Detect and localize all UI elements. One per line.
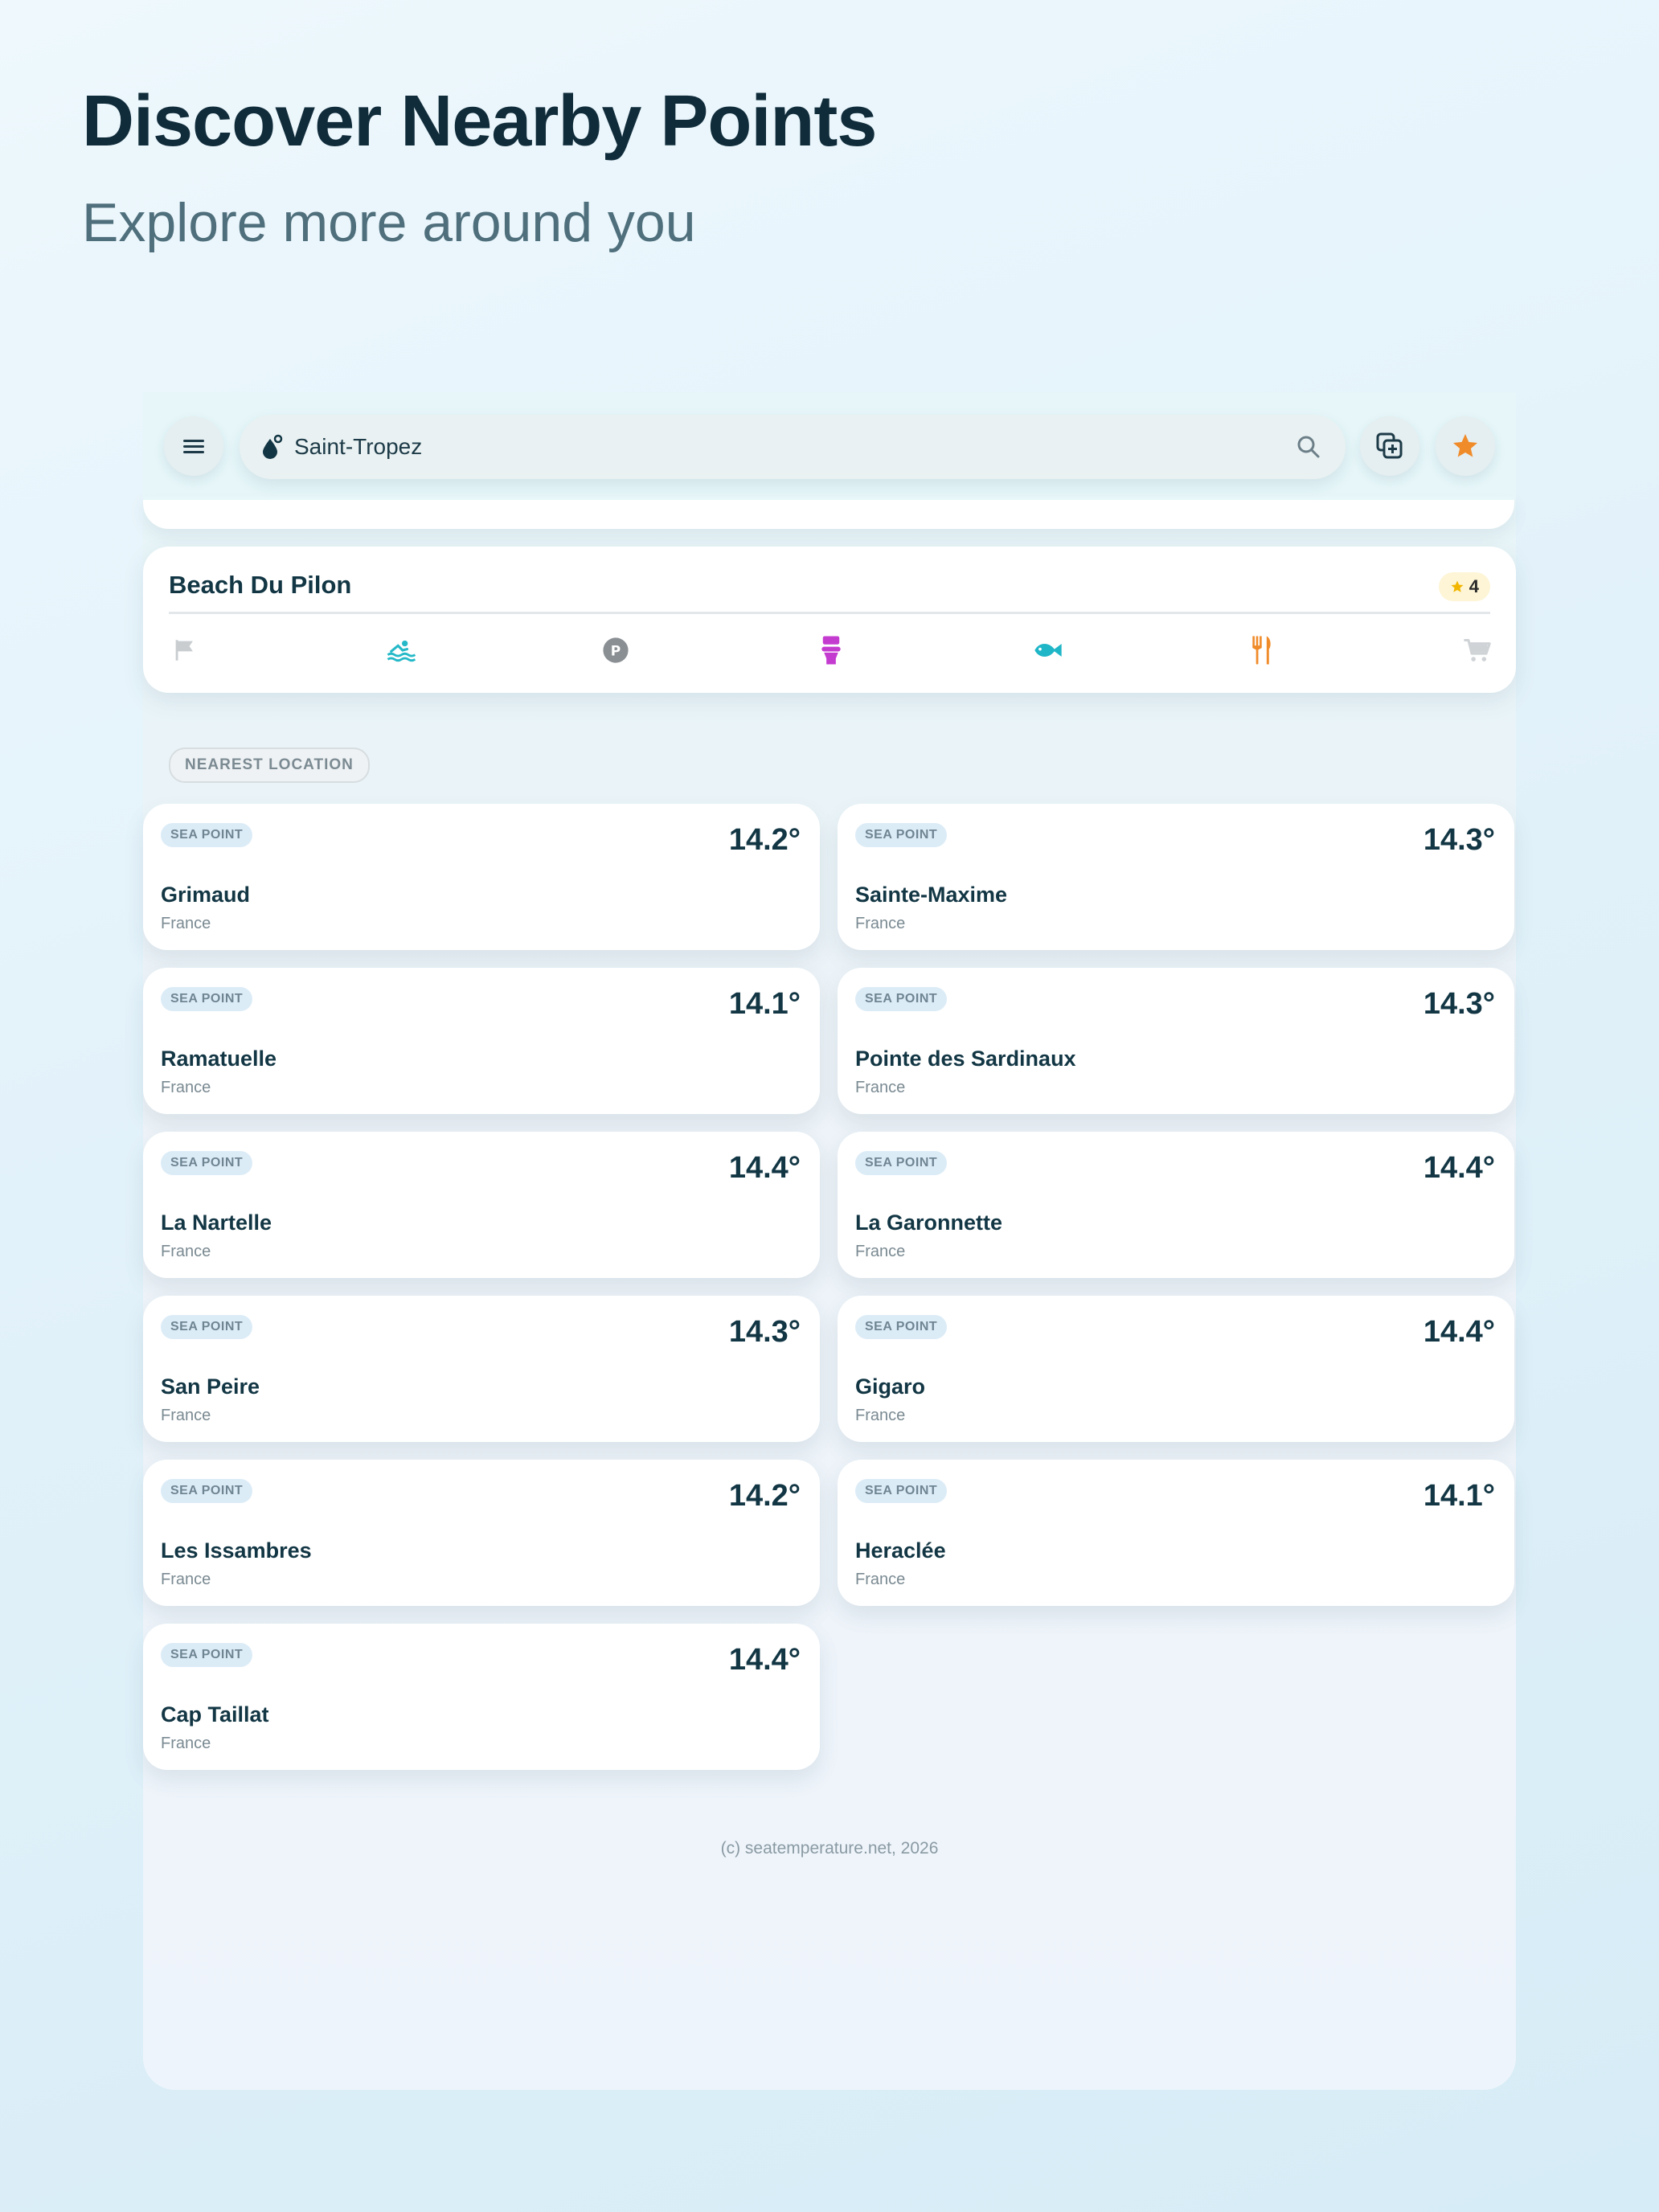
cart-icon	[1461, 634, 1493, 666]
water-temperature: 14.4°	[1423, 1315, 1495, 1349]
beach-card[interactable]: Beach Du Pilon 4 P	[143, 547, 1516, 693]
drop-icon	[263, 434, 283, 459]
location-name: Heraclée	[855, 1538, 946, 1563]
location-card[interactable]: SEA POINT 14.4° Gigaro France	[838, 1296, 1514, 1442]
location-country: France	[161, 1407, 211, 1424]
sea-point-badge: SEA POINT	[161, 1479, 253, 1503]
sea-point-badge: SEA POINT	[855, 1479, 948, 1503]
swim-icon	[384, 634, 416, 666]
previous-beach-card[interactable]	[143, 497, 1514, 529]
water-temperature: 14.3°	[1423, 987, 1495, 1021]
svg-text:P: P	[611, 643, 621, 659]
rating-badge: 4	[1438, 572, 1490, 601]
location-name: La Garonnette	[855, 1210, 1003, 1235]
location-card[interactable]: SEA POINT 14.2° Grimaud France	[143, 804, 820, 950]
sea-point-badge: SEA POINT	[161, 823, 253, 847]
top-bar: Saint-Tropez	[143, 392, 1516, 500]
water-temperature: 14.3°	[728, 1315, 801, 1349]
parking-icon: P	[600, 634, 632, 666]
divider	[169, 612, 1490, 614]
sea-point-badge: SEA POINT	[855, 1151, 948, 1175]
sea-point-badge: SEA POINT	[161, 1151, 253, 1175]
sea-point-badge: SEA POINT	[855, 1315, 948, 1339]
location-name: Les Issambres	[161, 1538, 312, 1563]
add-compare-icon	[1376, 432, 1403, 459]
page-title: Discover Nearby Points	[82, 81, 877, 162]
location-name: Pointe des Sardinaux	[855, 1047, 1076, 1071]
location-name: Sainte-Maxime	[855, 883, 1008, 907]
location-name: San Peire	[161, 1374, 260, 1399]
flag-icon	[169, 634, 201, 666]
water-temperature: 14.4°	[1423, 1151, 1495, 1185]
location-country: France	[161, 1243, 211, 1260]
sea-point-badge: SEA POINT	[161, 1315, 253, 1339]
beach-name: Beach Du Pilon	[169, 571, 352, 599]
water-temperature: 14.4°	[728, 1643, 801, 1677]
location-country: France	[161, 1079, 211, 1096]
compare-button[interactable]	[1360, 416, 1419, 476]
location-country: France	[855, 1079, 906, 1096]
location-country: France	[161, 1571, 211, 1588]
location-card[interactable]: SEA POINT 14.4° Cap Taillat France	[143, 1624, 820, 1770]
water-temperature: 14.1°	[1423, 1479, 1495, 1513]
location-country: France	[855, 1243, 906, 1260]
section-label: NEAREST LOCATION	[169, 748, 370, 783]
location-country: France	[855, 915, 906, 932]
menu-icon	[183, 440, 204, 453]
location-card[interactable]: SEA POINT 14.4° La Nartelle France	[143, 1132, 820, 1278]
location-card[interactable]: SEA POINT 14.1° Ramatuelle France	[143, 968, 820, 1114]
location-card[interactable]: SEA POINT 14.1° Heraclée France	[838, 1460, 1514, 1606]
location-name: Cap Taillat	[161, 1702, 269, 1727]
menu-button[interactable]	[164, 416, 223, 476]
location-card[interactable]: SEA POINT 14.3° Sainte-Maxime France	[838, 804, 1514, 950]
location-card[interactable]: SEA POINT 14.2° Les Issambres France	[143, 1460, 820, 1606]
location-name: Grimaud	[161, 883, 251, 907]
location-card[interactable]: SEA POINT 14.3° Pointe des Sardinaux France	[838, 968, 1514, 1114]
sea-point-badge: SEA POINT	[855, 987, 948, 1011]
rating-value: 4	[1469, 576, 1479, 596]
water-temperature: 14.4°	[728, 1151, 801, 1185]
location-country: France	[855, 1571, 906, 1588]
search-input[interactable]: Saint-Tropez	[294, 434, 422, 460]
fish-icon	[1030, 634, 1063, 666]
favorites-button[interactable]	[1436, 416, 1495, 476]
star-icon	[1453, 434, 1477, 457]
search-icon[interactable]	[1296, 434, 1321, 460]
sea-point-badge: SEA POINT	[855, 823, 948, 847]
sea-point-badge: SEA POINT	[161, 987, 253, 1011]
toilet-icon	[815, 634, 847, 666]
location-card[interactable]: SEA POINT 14.3° San Peire France	[143, 1296, 820, 1442]
water-temperature: 14.2°	[728, 823, 801, 857]
water-temperature: 14.2°	[728, 1479, 801, 1513]
app-window: Saint-Tropez Beach Du Pilon 4 P NEAREST …	[143, 392, 1516, 2090]
location-name: Ramatuelle	[161, 1047, 277, 1071]
location-name: Gigaro	[855, 1374, 926, 1399]
location-country: France	[161, 915, 211, 932]
location-card[interactable]: SEA POINT 14.4° La Garonnette France	[838, 1132, 1514, 1278]
footer-text: (c) seatemperature.net, 2026	[720, 1839, 939, 1858]
location-country: France	[161, 1735, 211, 1752]
water-temperature: 14.3°	[1423, 823, 1495, 857]
location-name: La Nartelle	[161, 1210, 272, 1235]
page-subtitle: Explore more around you	[82, 192, 696, 253]
search-bar[interactable]: Saint-Tropez	[240, 415, 1346, 479]
location-country: France	[855, 1407, 906, 1424]
rating-star-icon	[1451, 580, 1464, 592]
water-temperature: 14.1°	[728, 987, 801, 1021]
sea-point-badge: SEA POINT	[161, 1643, 253, 1667]
restaurant-icon	[1246, 634, 1278, 666]
